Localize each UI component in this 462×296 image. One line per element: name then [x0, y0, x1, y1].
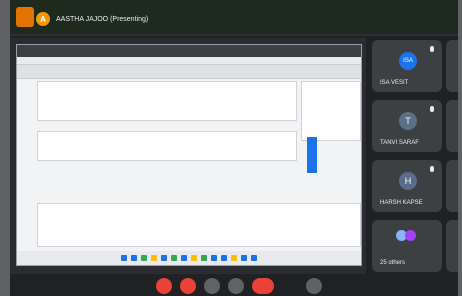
participant-tile-harsh-kapse[interactable]: H HARSH KAPSE — [372, 160, 442, 212]
result-grid-pane — [37, 131, 297, 161]
presenter-name: AASTHA JAJOO (Presenting) — [56, 15, 149, 23]
participant-tile-partial — [446, 100, 458, 152]
others-tile[interactable]: 25 others — [372, 220, 442, 272]
participant-name: HARSH KAPSE — [380, 200, 423, 206]
windows-taskbar — [17, 251, 361, 265]
others-count: 25 others — [380, 260, 406, 266]
shared-window-menubar — [17, 57, 361, 65]
participant-name: TANVI SARAF — [380, 140, 419, 146]
right-frame-edge — [458, 0, 462, 296]
shared-window-toolbar — [17, 65, 361, 79]
mic-off-icon — [430, 166, 434, 172]
participant-tile-isa-vesit[interactable]: ISA ISA VESIT — [372, 40, 442, 92]
mic-off-icon — [430, 106, 434, 112]
participant-avatar: T — [399, 112, 417, 130]
context-help-panel — [301, 81, 361, 141]
others-avatars — [396, 230, 416, 241]
side-tab-strip — [307, 137, 317, 173]
camera-toggle-button[interactable] — [180, 278, 196, 294]
mic-off-icon — [430, 46, 434, 52]
participant-tile-tanvi-saraf[interactable]: T TANVI SARAF — [372, 100, 442, 152]
end-call-button[interactable] — [252, 278, 274, 294]
presenter-chip[interactable]: A AASTHA JAJOO (Presenting) — [36, 10, 216, 28]
mic-toggle-button[interactable] — [156, 278, 172, 294]
presenter-bar: A AASTHA JAJOO (Presenting) — [10, 0, 458, 36]
participant-avatar: ISA — [399, 52, 417, 70]
captions-button[interactable] — [204, 278, 220, 294]
participant-tile-partial — [446, 220, 458, 272]
sql-editor-pane — [37, 81, 297, 121]
participant-name: ISA VESIT — [380, 80, 409, 86]
shared-window-titlebar — [17, 45, 361, 57]
shared-screen — [10, 38, 366, 274]
participant-avatar: H — [399, 172, 417, 190]
raise-hand-button[interactable] — [228, 278, 244, 294]
meeting-control-bar — [10, 274, 458, 296]
more-options-button[interactable] — [306, 278, 322, 294]
shared-app-window — [16, 44, 362, 266]
meet-app-icon — [16, 7, 34, 27]
avatar-icon — [405, 230, 416, 241]
participant-tile-partial — [446, 40, 458, 92]
participant-tile-partial — [446, 160, 458, 212]
action-output-pane — [37, 203, 361, 247]
presenter-avatar: A — [36, 12, 50, 26]
left-frame-edge — [0, 0, 10, 296]
